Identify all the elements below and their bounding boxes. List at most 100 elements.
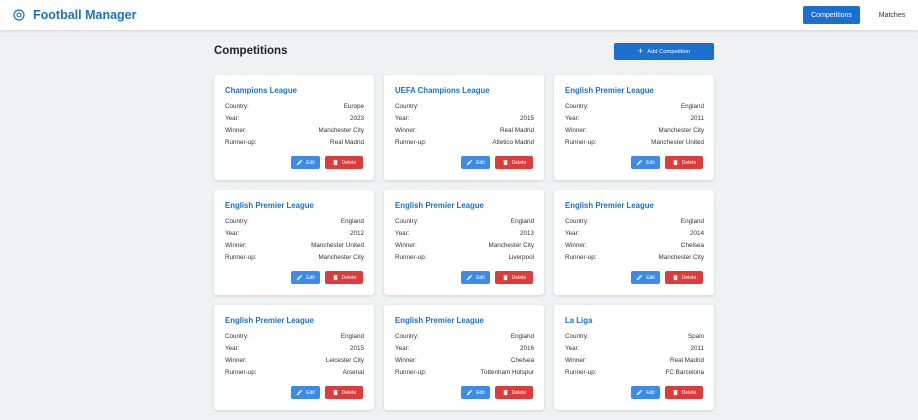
runner-up-row: Runner-up: Atletico Madrid xyxy=(395,139,534,149)
add-competition-label: Add Competition xyxy=(647,48,691,55)
runner-up-row: Runner-up: Real Madrid xyxy=(225,139,364,149)
competition-name: English Premier League xyxy=(565,201,654,210)
delete-label: Delete xyxy=(341,274,357,281)
winner-label: Winner: xyxy=(565,127,587,134)
top-navbar: Football Manager Competitions Matches xyxy=(0,0,918,30)
runner-up-value: Atletico Madrid xyxy=(492,139,534,146)
edit-label: Edit xyxy=(306,274,315,281)
edit-label: Edit xyxy=(476,274,485,281)
winner-row: Winner: Chelsea xyxy=(395,357,534,367)
edit-button[interactable]: Edit xyxy=(631,386,660,399)
year-row: Year: 2011 xyxy=(565,115,704,125)
competition-card: UEFA Champions League Country: Year: 2015 Wi… xyxy=(384,75,544,180)
delete-button[interactable]: Delete xyxy=(325,156,363,169)
runner-up-value: Arsenal xyxy=(342,369,364,376)
competition-name: Champions League xyxy=(225,86,297,95)
country-label: Country: xyxy=(225,333,249,340)
trash-icon xyxy=(673,389,678,396)
nav-matches[interactable]: Matches xyxy=(870,6,914,24)
delete-button[interactable]: Delete xyxy=(665,386,703,399)
edit-button[interactable]: Edit xyxy=(461,156,490,169)
delete-button[interactable]: Delete xyxy=(325,271,363,284)
trash-icon xyxy=(333,389,338,396)
delete-button[interactable]: Delete xyxy=(665,271,703,284)
competition-name: English Premier League xyxy=(225,316,314,325)
app-title[interactable]: Football Manager xyxy=(33,8,136,22)
delete-button[interactable]: Delete xyxy=(495,386,533,399)
competition-name: English Premier League xyxy=(395,201,484,210)
nav-competitions[interactable]: Competitions xyxy=(803,6,860,24)
country-value: England xyxy=(510,333,534,340)
competition-name: La Liga xyxy=(565,316,593,325)
edit-button[interactable]: Edit xyxy=(291,386,320,399)
runner-up-value: Manchester City xyxy=(658,254,705,261)
pencil-icon xyxy=(637,159,643,166)
country-value: Europe xyxy=(343,103,364,110)
winner-value: Real Madrid xyxy=(500,127,534,134)
winner-label: Winner: xyxy=(395,357,417,364)
year-row: Year: 2013 xyxy=(395,230,534,240)
country-row: Country: England xyxy=(565,103,704,113)
delete-button[interactable]: Delete xyxy=(325,386,363,399)
add-competition-button[interactable]: + Add Competition xyxy=(614,43,714,60)
country-value: Spain xyxy=(687,333,704,340)
edit-button[interactable]: Edit xyxy=(631,271,660,284)
country-value: England xyxy=(340,218,364,225)
plus-icon: + xyxy=(637,46,644,56)
edit-label: Edit xyxy=(306,389,315,396)
competition-card: Champions League Country: Europe Year: 2023 W… xyxy=(214,75,374,180)
country-row: Country: xyxy=(395,103,534,113)
year-value: 2014 xyxy=(689,230,704,237)
winner-value: Manchester City xyxy=(658,127,705,134)
winner-row: Winner: Real Madrid xyxy=(565,357,704,367)
competition-card: La Liga Country: Spain Year: 2011 Winner: Real… xyxy=(554,305,714,410)
runner-up-row: Runner-up: Arsenal xyxy=(225,369,364,379)
year-value: 2013 xyxy=(519,230,534,237)
delete-button[interactable]: Delete xyxy=(495,156,533,169)
winner-value: Real Madrid xyxy=(670,357,704,364)
year-label: Year: xyxy=(565,230,580,237)
edit-button[interactable]: Edit xyxy=(291,271,320,284)
delete-button[interactable]: Delete xyxy=(665,156,703,169)
year-row: Year: 2015 xyxy=(225,345,364,355)
delete-button[interactable]: Delete xyxy=(495,271,533,284)
runner-up-label: Runner-up: xyxy=(395,369,427,376)
country-value: England xyxy=(340,333,364,340)
edit-label: Edit xyxy=(476,389,485,396)
runner-up-value: FC Barcelona xyxy=(665,369,705,376)
competition-card: English Premier League Country: England Yea… xyxy=(554,75,714,180)
competition-name: English Premier League xyxy=(395,316,484,325)
football-icon xyxy=(13,9,25,21)
pencil-icon xyxy=(297,274,303,281)
pencil-icon xyxy=(297,159,303,166)
pencil-icon xyxy=(637,274,643,281)
runner-up-row: Runner-up: Manchester City xyxy=(225,254,364,264)
runner-up-label: Runner-up: xyxy=(225,254,257,261)
winner-value: Leicester City xyxy=(325,357,364,364)
edit-label: Edit xyxy=(646,389,655,396)
country-label: Country: xyxy=(565,333,589,340)
runner-up-row: Runner-up: FC Barcelona xyxy=(565,369,704,379)
pencil-icon xyxy=(467,159,473,166)
edit-button[interactable]: Edit xyxy=(291,156,320,169)
winner-row: Winner: Leicester City xyxy=(225,357,364,367)
year-value: 2012 xyxy=(349,230,364,237)
edit-button[interactable]: Edit xyxy=(461,271,490,284)
country-label: Country: xyxy=(565,103,589,110)
year-row: Year: 2016 xyxy=(395,345,534,355)
edit-button[interactable]: Edit xyxy=(461,386,490,399)
country-row: Country: England xyxy=(225,333,364,343)
page-title: Competitions xyxy=(214,45,288,57)
edit-button[interactable]: Edit xyxy=(631,156,660,169)
country-row: Country: England xyxy=(395,218,534,228)
country-row: Country: Europe xyxy=(225,103,364,113)
year-value: 2023 xyxy=(349,115,364,122)
year-value: 2015 xyxy=(349,345,364,352)
runner-up-value: Manchester United xyxy=(651,139,704,146)
trash-icon xyxy=(673,274,678,281)
delete-label: Delete xyxy=(681,159,697,166)
year-value: 2011 xyxy=(690,115,704,122)
winner-value: Manchester City xyxy=(488,242,535,249)
year-row: Year: 2014 xyxy=(565,230,704,240)
runner-up-row: Runner-up: Liverpool xyxy=(395,254,534,264)
